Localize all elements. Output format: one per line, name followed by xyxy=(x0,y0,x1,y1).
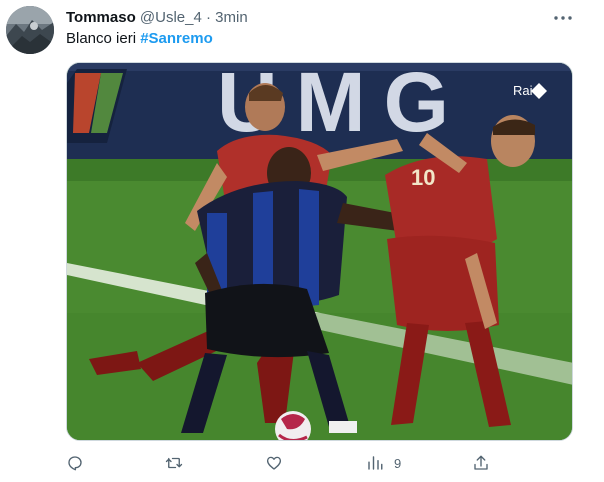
avatar[interactable] xyxy=(6,6,54,54)
author-handle[interactable]: @Usle_4 xyxy=(140,9,202,26)
more-options-button[interactable] xyxy=(551,9,575,27)
shirt-number: 10 xyxy=(411,165,435,190)
views-button[interactable]: 9 xyxy=(366,452,401,474)
hashtag-link[interactable]: #Sanremo xyxy=(140,30,213,47)
reply-icon xyxy=(68,456,82,471)
retweet-button[interactable] xyxy=(165,452,183,474)
views-chart-icon xyxy=(368,456,383,470)
tweet-text: Blanco ieri #Sanremo xyxy=(66,30,213,48)
broadcaster-logo: Rai xyxy=(513,83,533,98)
heart-icon xyxy=(266,456,282,470)
tweet-actions-bar: 9 xyxy=(66,452,496,474)
more-horizontal-icon xyxy=(554,16,572,20)
retweet-icon xyxy=(165,457,183,469)
tweet-header: Tommaso @Usle_4 · 3min xyxy=(66,9,248,27)
share-button[interactable] xyxy=(472,452,490,474)
share-icon xyxy=(474,455,488,470)
tweet-media-image[interactable]: UMG Rai 10 xyxy=(66,62,573,441)
tweet-timestamp[interactable]: 3min xyxy=(215,9,248,26)
author-name[interactable]: Tommaso xyxy=(66,9,136,26)
avatar-image xyxy=(6,6,54,54)
reply-button[interactable] xyxy=(66,452,84,474)
tweet-text-plain: Blanco ieri xyxy=(66,30,141,47)
views-count: 9 xyxy=(394,455,402,471)
football-photo: UMG Rai 10 xyxy=(67,63,572,440)
tweet-card[interactable]: Tommaso @Usle_4 · 3min Blanco ieri #Sanr… xyxy=(0,0,604,482)
separator-dot: · xyxy=(206,9,211,26)
like-button[interactable] xyxy=(265,452,283,474)
